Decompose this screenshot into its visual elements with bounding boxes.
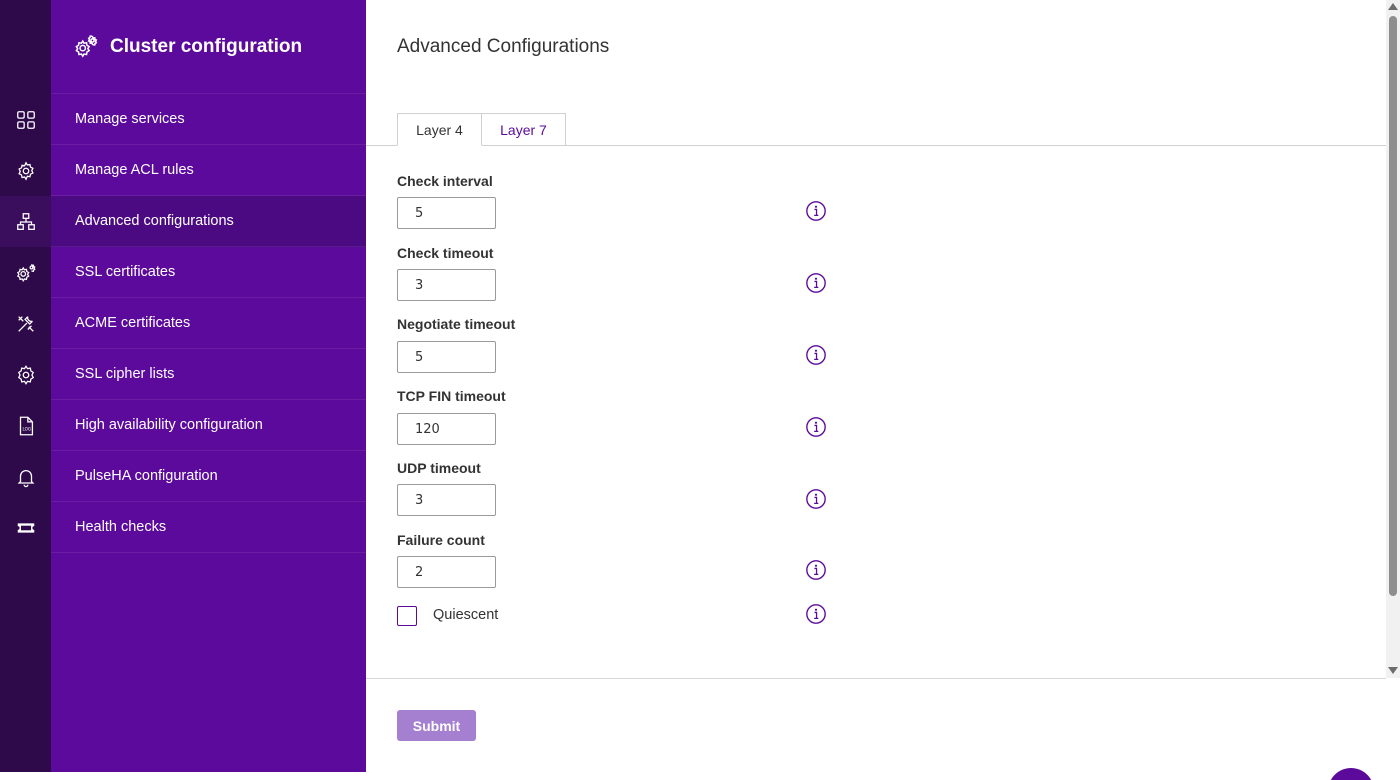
gears-icon	[75, 34, 98, 58]
sidebar-item-high-availability[interactable]: High availability configuration	[51, 400, 366, 451]
footer-divider	[366, 678, 1386, 679]
sidebar-item-label: Manage ACL rules	[75, 162, 194, 178]
rail-network-icon[interactable]	[0, 196, 51, 247]
info-icon[interactable]	[805, 559, 827, 581]
sidebar-item-ssl-certificates[interactable]: SSL certificates	[51, 247, 366, 298]
udp-timeout-input[interactable]	[397, 484, 496, 516]
tcp-fin-timeout-input[interactable]	[397, 413, 496, 445]
sidebar-title: Cluster configuration	[110, 35, 303, 57]
sidebar-item-label: Manage services	[75, 111, 185, 127]
info-icon[interactable]	[805, 344, 827, 366]
sidebar-item-health-checks[interactable]: Health checks	[51, 502, 366, 553]
rail-gear-icon[interactable]	[0, 349, 51, 400]
tab-label: Layer 4	[416, 121, 463, 138]
scrollbar[interactable]	[1386, 0, 1400, 678]
scroll-up-icon[interactable]	[1388, 3, 1398, 10]
info-icon[interactable]	[805, 200, 827, 222]
rail-ticket-icon[interactable]	[0, 502, 51, 553]
sidebar-item-label: Health checks	[75, 519, 167, 535]
check-timeout-label: Check timeout	[397, 245, 494, 261]
tab-layer-4[interactable]: Layer 4	[397, 113, 482, 146]
main-content: Advanced Configurations Layer 4 Layer 7 …	[366, 0, 1386, 780]
tab-label: Layer 7	[500, 121, 547, 138]
sidebar-item-label: SSL cipher lists	[75, 366, 175, 382]
rail-grid-icon[interactable]	[0, 94, 51, 145]
sidebar-item-label: SSL certificates	[75, 264, 176, 280]
svg-text:LOG: LOG	[22, 426, 31, 431]
sidebar-item-acme-certificates[interactable]: ACME certificates	[51, 298, 366, 349]
sidebar-item-ssl-cipher-lists[interactable]: SSL cipher lists	[51, 349, 366, 400]
info-icon[interactable]	[805, 272, 827, 294]
rail-tools-icon[interactable]	[0, 298, 51, 349]
info-icon[interactable]	[805, 416, 827, 438]
rail-bell-icon[interactable]	[0, 451, 51, 502]
bottom-strip	[0, 772, 366, 780]
failure-count-label: Failure count	[397, 532, 485, 548]
negotiate-timeout-input[interactable]	[397, 341, 496, 373]
sidebar-item-label: Advanced configurations	[75, 213, 234, 229]
sidebar-item-manage-services[interactable]: Manage services	[51, 94, 366, 145]
check-interval-input[interactable]	[397, 197, 496, 229]
sidebar-item-label: PulseHA configuration	[75, 468, 218, 484]
check-timeout-input[interactable]	[397, 269, 496, 301]
check-interval-label: Check interval	[397, 173, 493, 189]
sidebar-header: Cluster configuration	[51, 0, 366, 94]
rail-gears-icon[interactable]	[0, 247, 51, 298]
sidebar-item-manage-acl-rules[interactable]: Manage ACL rules	[51, 145, 366, 196]
udp-timeout-label: UDP timeout	[397, 460, 481, 476]
quiescent-label: Quiescent	[433, 607, 499, 623]
tab-layer-7[interactable]: Layer 7	[481, 113, 566, 146]
sidebar: Cluster configuration Manage services Ma…	[51, 0, 366, 772]
tcp-fin-timeout-label: TCP FIN timeout	[397, 388, 506, 404]
rail-gear-outline-icon[interactable]	[0, 145, 51, 196]
scroll-down-icon[interactable]	[1388, 667, 1398, 674]
sidebar-item-pulseha[interactable]: PulseHA configuration	[51, 451, 366, 502]
info-icon[interactable]	[805, 603, 827, 625]
rail-log-file-icon[interactable]: LOG	[0, 400, 51, 451]
negotiate-timeout-label: Negotiate timeout	[397, 316, 516, 332]
quiescent-checkbox[interactable]	[397, 606, 417, 626]
info-icon[interactable]	[805, 488, 827, 510]
icon-rail: LOG	[0, 0, 51, 772]
submit-button[interactable]: Submit	[397, 710, 476, 741]
scroll-thumb[interactable]	[1389, 16, 1397, 596]
sidebar-item-advanced-configurations[interactable]: Advanced configurations	[51, 196, 366, 247]
failure-count-input[interactable]	[397, 556, 496, 588]
sidebar-item-label: ACME certificates	[75, 315, 191, 331]
page-title: Advanced Configurations	[397, 36, 610, 57]
sidebar-item-label: High availability configuration	[75, 417, 263, 433]
